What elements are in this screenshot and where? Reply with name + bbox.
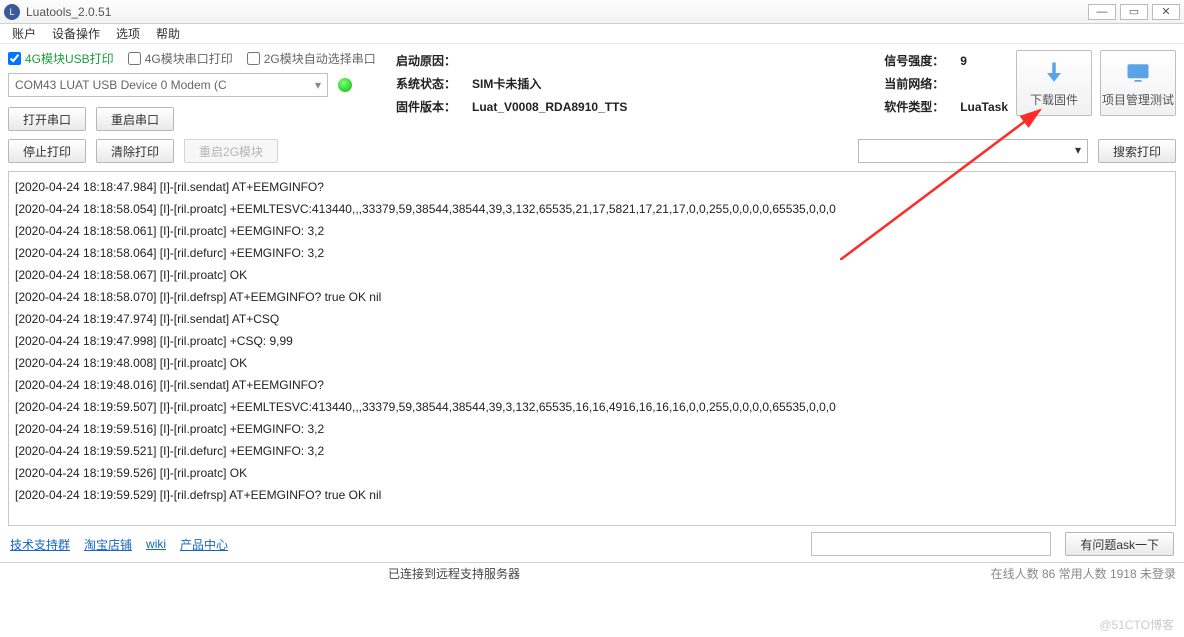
- menu-device[interactable]: 设备操作: [46, 24, 106, 43]
- log-line: [2020-04-24 18:18:58.070] [I]-[ril.defrs…: [15, 286, 1169, 308]
- menu-account[interactable]: 账户: [6, 24, 42, 43]
- log-line: [2020-04-24 18:19:59.521] [I]-[ril.defur…: [15, 440, 1169, 462]
- network-label: 当前网络：: [884, 75, 948, 92]
- link-tech-support[interactable]: 技术支持群: [10, 536, 70, 553]
- titlebar: L Luatools_2.0.51 — ▭ ✕: [0, 0, 1184, 24]
- status-right: 在线人数 86 常用人数 1918 未登录: [991, 565, 1176, 582]
- sw-type-label: 软件类型：: [884, 98, 948, 115]
- menubar: 账户 设备操作 选项 帮助: [0, 24, 1184, 44]
- log-line: [2020-04-24 18:18:58.061] [I]-[ril.proat…: [15, 220, 1169, 242]
- signal-label: 信号强度：: [884, 52, 948, 69]
- log-line: [2020-04-24 18:19:59.529] [I]-[ril.defrs…: [15, 484, 1169, 506]
- log-line: [2020-04-24 18:19:59.516] [I]-[ril.proat…: [15, 418, 1169, 440]
- watermark: @51CTO博客: [1099, 616, 1174, 633]
- status-bar: 已连接到远程支持服务器 在线人数 86 常用人数 1918 未登录: [0, 562, 1184, 584]
- close-button[interactable]: ✕: [1152, 4, 1180, 20]
- restart-2g-button: 重启2G模块: [184, 139, 278, 163]
- project-manager-button[interactable]: 项目管理测试: [1100, 50, 1176, 116]
- status-center: 已连接到远程支持服务器: [388, 565, 520, 582]
- window-title: Luatools_2.0.51: [26, 5, 111, 19]
- open-port-button[interactable]: 打开串口: [8, 107, 86, 131]
- monitor-icon: [1123, 59, 1153, 87]
- bottom-bar: 技术支持群 淘宝店铺 wiki 产品中心 有问题ask一下: [0, 526, 1184, 562]
- log-line: [2020-04-24 18:19:59.507] [I]-[ril.proat…: [15, 396, 1169, 418]
- fw-version-value: Luat_V0008_RDA8910_TTS: [472, 100, 627, 114]
- boot-reason-label: 启动原因：: [396, 52, 460, 69]
- ask-input[interactable]: [811, 532, 1051, 556]
- log-line: [2020-04-24 18:19:48.016] [I]-[ril.senda…: [15, 374, 1169, 396]
- app-icon: L: [4, 4, 20, 20]
- log-line: [2020-04-24 18:19:47.998] [I]-[ril.proat…: [15, 330, 1169, 352]
- log-line: [2020-04-24 18:19:59.526] [I]-[ril.proat…: [15, 462, 1169, 484]
- check-4g-usb[interactable]: 4G模块USB打印: [8, 50, 114, 67]
- log-line: [2020-04-24 18:19:48.008] [I]-[ril.proat…: [15, 352, 1169, 374]
- fw-version-label: 固件版本：: [396, 98, 460, 115]
- restart-port-button[interactable]: 重启串口: [96, 107, 174, 131]
- link-product[interactable]: 产品中心: [180, 536, 228, 553]
- clear-print-button[interactable]: 清除打印: [96, 139, 174, 163]
- log-area[interactable]: [2020-04-24 18:18:47.984] [I]-[ril.senda…: [8, 171, 1176, 526]
- check-4g-serial[interactable]: 4G模块串口打印: [128, 50, 233, 67]
- status-led-icon: [338, 78, 352, 92]
- search-print-button[interactable]: 搜索打印: [1098, 139, 1176, 163]
- link-taobao[interactable]: 淘宝店铺: [84, 536, 132, 553]
- log-line: [2020-04-24 18:18:58.067] [I]-[ril.proat…: [15, 264, 1169, 286]
- stop-print-button[interactable]: 停止打印: [8, 139, 86, 163]
- check-2g-auto[interactable]: 2G模块自动选择串口: [247, 50, 376, 67]
- menu-options[interactable]: 选项: [110, 24, 146, 43]
- signal-value: 9: [960, 54, 967, 68]
- download-firmware-button[interactable]: 下载固件: [1016, 50, 1092, 116]
- ask-button[interactable]: 有问题ask一下: [1065, 532, 1174, 556]
- log-line: [2020-04-24 18:19:47.974] [I]-[ril.senda…: [15, 308, 1169, 330]
- log-line: [2020-04-24 18:18:58.054] [I]-[ril.proat…: [15, 198, 1169, 220]
- log-line: [2020-04-24 18:18:58.064] [I]-[ril.defur…: [15, 242, 1169, 264]
- search-combo[interactable]: [858, 139, 1088, 163]
- maximize-button[interactable]: ▭: [1120, 4, 1148, 20]
- log-line: [2020-04-24 18:18:47.984] [I]-[ril.senda…: [15, 176, 1169, 198]
- sys-state-value: SIM卡未插入: [472, 75, 541, 92]
- link-wiki[interactable]: wiki: [146, 537, 166, 551]
- minimize-button[interactable]: —: [1088, 4, 1116, 20]
- menu-help[interactable]: 帮助: [150, 24, 186, 43]
- sys-state-label: 系统状态：: [396, 75, 460, 92]
- sw-type-value: LuaTask: [960, 100, 1008, 114]
- device-combo[interactable]: COM43 LUAT USB Device 0 Modem (C: [8, 73, 328, 97]
- download-icon: [1039, 59, 1069, 87]
